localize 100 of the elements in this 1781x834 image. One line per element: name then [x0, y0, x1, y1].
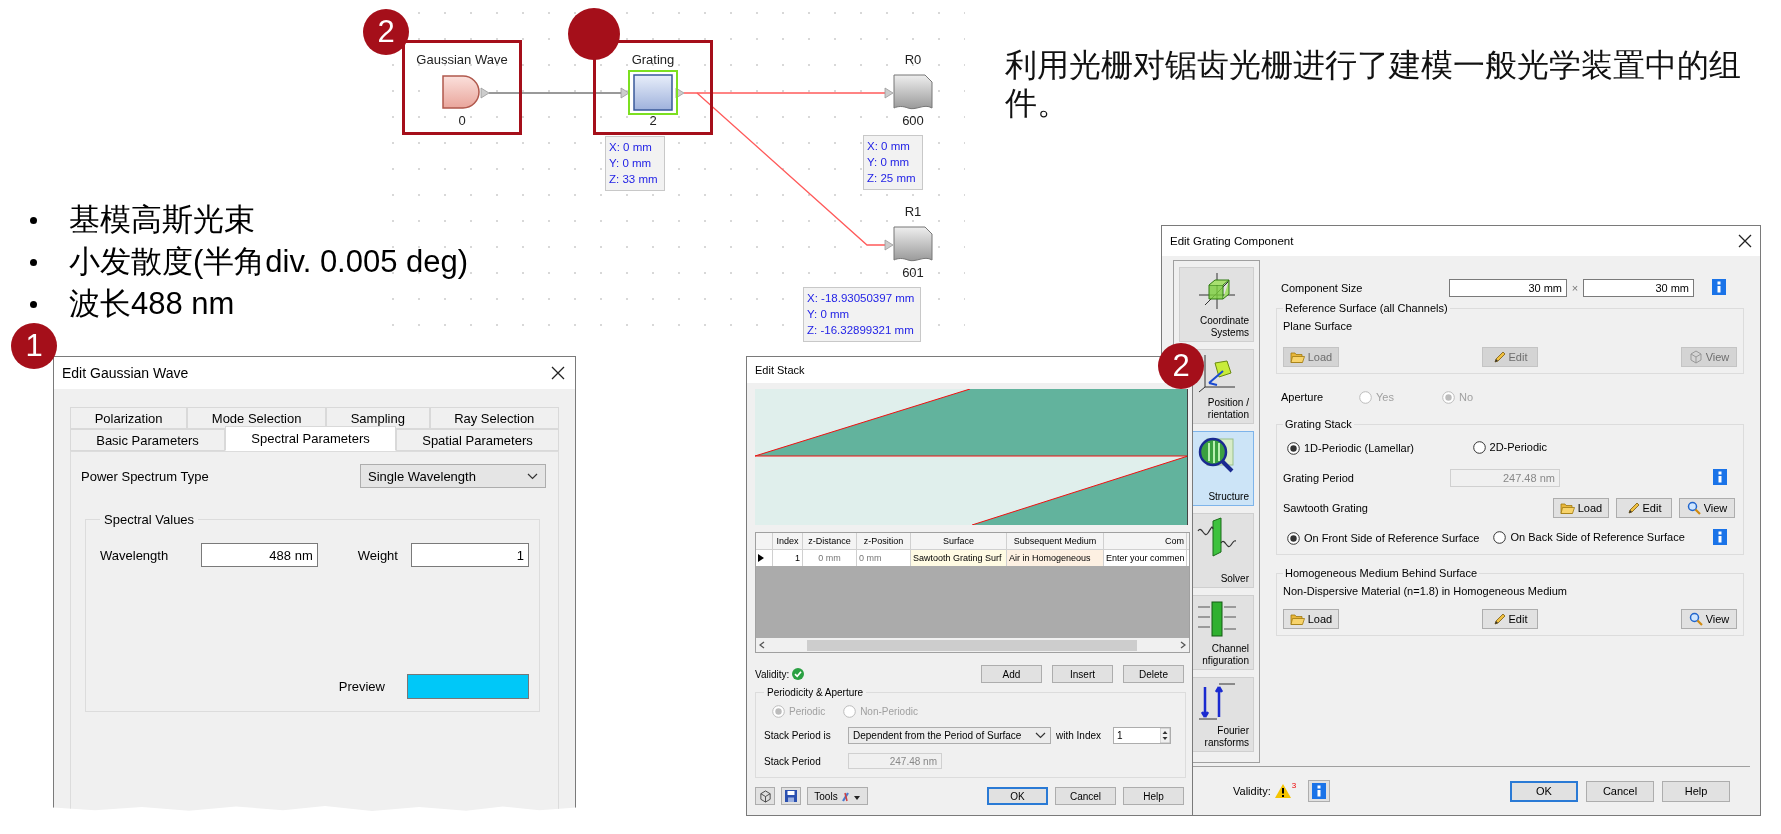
- input-field[interactable]: 30 mm: [1583, 279, 1694, 297]
- coordinate-text: X: -18.93050397 mm: [807, 291, 915, 306]
- tilted-cube-icon: [1196, 353, 1237, 393]
- channel-arrows-icon: [1196, 599, 1237, 639]
- node-number: 0: [458, 113, 466, 129]
- tab[interactable]: Polarization: [70, 407, 188, 429]
- bullet-icon: [30, 258, 37, 266]
- node-number: 601: [902, 265, 924, 281]
- info-icon[interactable]: [1713, 529, 1727, 545]
- dialog-button[interactable]: Cancel: [1586, 780, 1654, 802]
- view-button[interactable]: View: [1679, 498, 1735, 518]
- scroll-left-icon[interactable]: [759, 641, 765, 649]
- edit-button[interactable]: Edit: [1482, 609, 1538, 629]
- tab[interactable]: Mode Selection: [187, 407, 327, 429]
- coordinate-text: Y: 0 mm: [609, 156, 653, 171]
- radio-option[interactable]: On Front Side of Reference Surface: [1287, 531, 1480, 545]
- step-badge: 1: [11, 323, 57, 369]
- save-icon: [785, 790, 797, 802]
- dialog-button[interactable]: OK: [1510, 780, 1578, 802]
- bullet-icon: [30, 300, 37, 308]
- coordinate-text: Z: -16.32899321 mm: [807, 323, 915, 338]
- radio-option[interactable]: On Back Side of Reference Surface: [1493, 530, 1685, 544]
- component-node[interactable]: R0 600: [853, 40, 973, 135]
- warning-icon: [1274, 784, 1291, 798]
- load-button[interactable]: Load: [1283, 609, 1339, 629]
- warning-count: 3: [1291, 781, 1297, 790]
- chevron-down-icon: [527, 472, 538, 480]
- group-title: Spectral Values: [103, 512, 196, 527]
- folder-icon: [1289, 612, 1305, 626]
- group-title: Periodicity & Aperture: [766, 687, 865, 698]
- tab[interactable]: Spatial Parameters: [396, 429, 559, 451]
- tab[interactable]: Ray Selection: [429, 407, 559, 429]
- field-label: Grating Period: [1283, 472, 1354, 484]
- info-icon[interactable]: [1713, 469, 1727, 485]
- close-icon[interactable]: [1738, 234, 1752, 248]
- component-node[interactable]: Grating 2: [593, 40, 713, 135]
- tab[interactable]: Sampling: [326, 407, 430, 429]
- field-label: Sawtooth Grating: [1283, 502, 1368, 514]
- component-node[interactable]: R1 601: [853, 192, 973, 287]
- cube-button[interactable]: [755, 787, 775, 805]
- folder-icon: [1289, 350, 1305, 364]
- field-label: Preview: [338, 679, 385, 694]
- dialog-button[interactable]: OK: [987, 787, 1048, 805]
- radio-option[interactable]: 1D-Periodic (Lamellar): [1287, 441, 1415, 455]
- table-row[interactable]: 1 0 mm 0 mm Sawtooth Grating Surf Air in Homogeneous Enter your commen: [756, 549, 1189, 566]
- window-title: Edit Grating Component: [1170, 235, 1294, 247]
- times-sign: ×: [1570, 282, 1580, 294]
- dialog-button[interactable]: Insert: [1052, 665, 1113, 683]
- coordinate-text: Z: 33 mm: [609, 172, 658, 187]
- dialog-button[interactable]: Add: [981, 665, 1042, 683]
- pencil-icon: [1492, 612, 1506, 626]
- field-label: Power Spectrum Type: [81, 468, 209, 484]
- page-icon[interactable]: [893, 226, 933, 262]
- scroll-right-icon[interactable]: [1180, 641, 1186, 649]
- magnifier-icon: [1196, 435, 1237, 475]
- field-label: Aperture: [1281, 391, 1325, 403]
- node-title: R0: [904, 52, 922, 68]
- close-icon[interactable]: [551, 366, 565, 380]
- radio-option[interactable]: 2D-Periodic: [1472, 440, 1547, 454]
- validity-label: Validity:: [755, 668, 790, 680]
- sidebar-item[interactable]: Coordinate Systems: [1179, 267, 1254, 342]
- material-name: Non-Dispersive Material (n=1.8) in Homogeneous Medium: [1283, 585, 1568, 597]
- coordinate-text: Z: 25 mm: [867, 171, 916, 186]
- input-field[interactable]: 30 mm: [1449, 279, 1567, 297]
- node-number: 600: [902, 113, 924, 129]
- tab[interactable]: Spectral Parameters: [225, 426, 396, 451]
- spinner-arrows-icon[interactable]: [1160, 728, 1171, 743]
- tab[interactable]: Basic Parameters: [70, 429, 226, 451]
- dialog-button[interactable]: Help: [1123, 787, 1184, 805]
- dialog-button[interactable]: Cancel: [1055, 787, 1116, 805]
- horizontal-scrollbar[interactable]: [756, 638, 1189, 652]
- folder-icon: [1559, 501, 1575, 515]
- square-icon[interactable]: [628, 69, 678, 115]
- group-title: Homogeneous Medium Behind Surface: [1284, 567, 1478, 579]
- axes-cube-icon: [1196, 271, 1237, 311]
- coordinate-text: X: 0 mm: [867, 139, 911, 154]
- group-title: Grating Stack: [1284, 418, 1353, 430]
- surface-name: Plane Surface: [1283, 320, 1354, 332]
- window-title: Edit Stack: [755, 364, 805, 376]
- view-button[interactable]: View: [1681, 609, 1737, 629]
- page-icon[interactable]: [893, 74, 933, 110]
- save-button[interactable]: [781, 787, 801, 805]
- coordinate-text: Y: 0 mm: [867, 155, 911, 170]
- coordinate-text: X: 0 mm: [609, 140, 653, 155]
- pencil-icon: [1626, 501, 1640, 515]
- magnifier-icon: [1686, 501, 1701, 515]
- tools-button[interactable]: Tools: [807, 787, 868, 805]
- row-pointer-icon: [758, 554, 764, 562]
- bullet-text: 波长488 nm: [69, 285, 235, 323]
- field-label: Weight: [357, 547, 399, 563]
- info-icon[interactable]: [1712, 279, 1726, 295]
- edit-button[interactable]: Edit: [1616, 498, 1672, 518]
- dialog-button[interactable]: Delete: [1123, 665, 1184, 683]
- input-field[interactable]: 1: [410, 543, 529, 567]
- dialog-button[interactable]: Help: [1662, 780, 1730, 802]
- load-button[interactable]: Load: [1553, 498, 1609, 518]
- input-field[interactable]: 488 nm: [200, 543, 318, 567]
- component-node[interactable]: Gaussian Wave 0: [402, 40, 522, 135]
- dropdown[interactable]: Single Wavelength: [360, 464, 546, 488]
- group-title: Reference Surface (all Channels): [1284, 302, 1449, 314]
